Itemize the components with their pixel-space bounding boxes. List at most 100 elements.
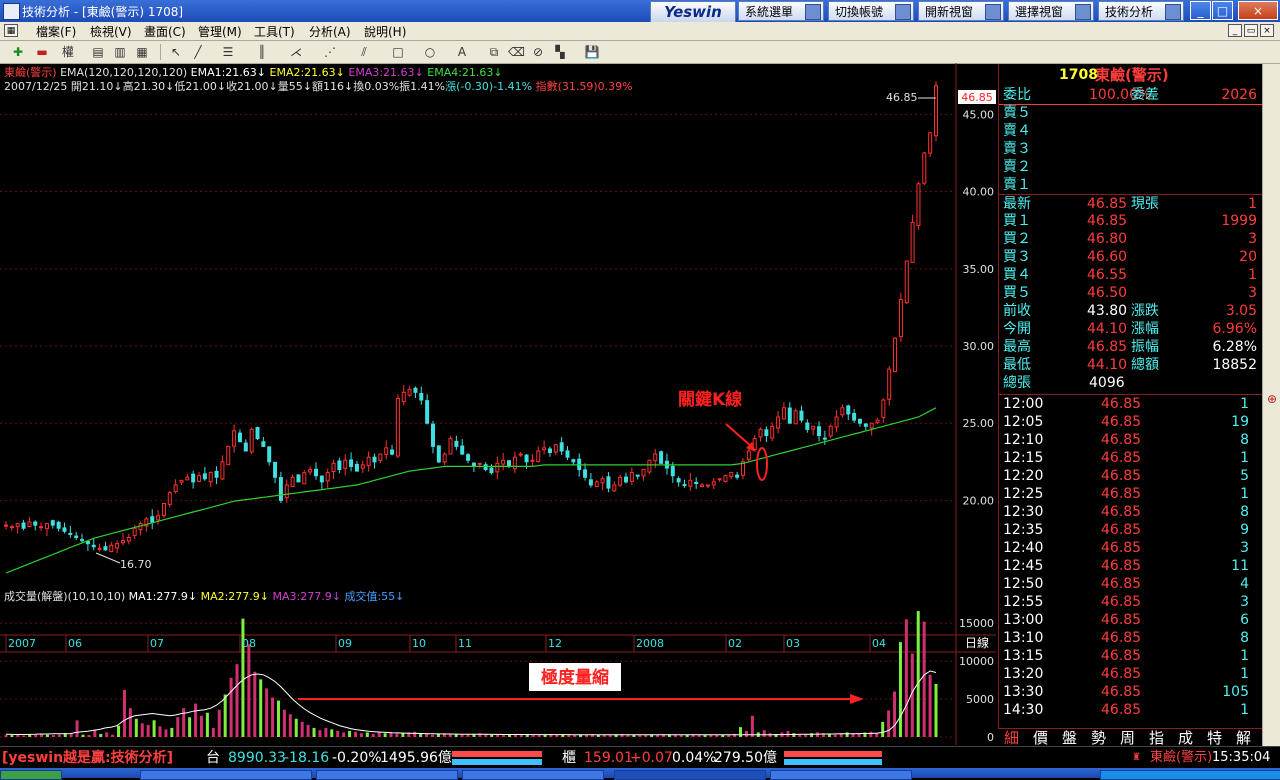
clear-all-icon[interactable]: ⊘ (530, 44, 546, 60)
quote-tab[interactable]: 勢 (1091, 729, 1106, 747)
menu-tools[interactable]: 工具(T) (254, 23, 295, 40)
technical-analysis-button[interactable]: 技術分析 (1098, 1, 1184, 21)
ohlc-line-segment: 額116↓ (312, 80, 353, 93)
fan-tool-icon[interactable]: ⋌ (288, 44, 304, 60)
candle-body (21, 522, 26, 529)
tick-qty: 4 (1240, 576, 1249, 592)
adjust-rights-button[interactable]: 權 (58, 44, 78, 60)
copy-tool-icon[interactable]: ⧉ (486, 44, 502, 60)
quote-scrollbar[interactable]: ⊕ (1262, 64, 1280, 746)
text-tool-icon[interactable]: A (454, 44, 470, 60)
tick-row: 12:45 46.85 11 (999, 557, 1263, 575)
bid-row: 買４ 46.55 1 (999, 266, 1263, 284)
maximize-button[interactable]: □ (1212, 1, 1233, 20)
channel-tool-icon[interactable]: ☰ (220, 44, 236, 60)
mdi-minimize-icon[interactable]: _ (1228, 24, 1242, 37)
candle-body (319, 475, 324, 483)
otc-index: 159.01 (584, 750, 633, 766)
parallel-tool-icon[interactable]: ⫽ (356, 44, 372, 60)
quote-tab[interactable]: 成 (1178, 729, 1193, 747)
mdi-restore-icon[interactable]: ▭ (1244, 24, 1258, 37)
chart-type-icon[interactable]: ▤ (90, 44, 106, 60)
candle-body (799, 410, 804, 421)
zoom-out-icon[interactable]: ▬ (34, 44, 50, 60)
watch-name[interactable]: 東鹼(警示) (1150, 747, 1212, 769)
menu-view[interactable]: 檢視(V) (90, 23, 132, 40)
switch-account-button[interactable]: 切換帳號 (828, 1, 914, 21)
eraser-icon[interactable]: ⌫ (508, 44, 525, 60)
quote-tab[interactable]: 解 (1236, 729, 1251, 747)
cycle-tool-icon[interactable]: ║ (254, 44, 270, 60)
taskbar-item-1[interactable] (140, 770, 312, 780)
taskbar-item-3[interactable] (462, 770, 604, 780)
quote-tab[interactable]: 指 (1149, 729, 1164, 747)
ellipse-tool-icon[interactable]: ○ (422, 44, 438, 60)
volume-chart-icon[interactable]: ▥ (112, 44, 128, 60)
volume-bar (875, 733, 879, 737)
candle-body (50, 520, 55, 526)
start-button[interactable] (0, 770, 62, 780)
x-axis-label: 08 (242, 637, 256, 650)
volume-bar (217, 709, 221, 737)
volume-bar (371, 733, 375, 737)
quote-tab[interactable]: 周 (1120, 729, 1135, 747)
candle-body (910, 221, 915, 263)
quote-tab[interactable]: 盤 (1062, 729, 1077, 747)
x-axis-label: 11 (458, 637, 472, 650)
bid-row: 買５ 46.50 3 (999, 284, 1263, 302)
candle-body (390, 449, 395, 455)
select-window-button[interactable]: 選擇視窗 (1008, 1, 1094, 21)
period-label[interactable]: 日線 (965, 635, 989, 650)
quote-tab[interactable]: 價 (1033, 729, 1048, 747)
volume-bar (365, 732, 369, 737)
taskbar-item-5[interactable] (770, 770, 912, 780)
otc-label: 櫃 (562, 750, 576, 766)
tick-time: 12:25 (1003, 486, 1044, 502)
candle-body (822, 437, 827, 440)
candle-body (857, 418, 862, 424)
candle-body (711, 481, 716, 486)
candle-body (448, 438, 453, 455)
menu-screen[interactable]: 畫面(C) (144, 23, 186, 40)
menu-manage[interactable]: 管理(M) (198, 23, 242, 40)
crosshair-icon[interactable]: ⊕ (1265, 392, 1279, 406)
volume-bar (608, 735, 612, 737)
rectangle-tool-icon[interactable]: □ (390, 44, 406, 60)
volume-bar (739, 727, 743, 737)
system-menu-button[interactable]: 系統選單 (738, 1, 824, 21)
bid-label: 買５ (1003, 285, 1031, 301)
quote-tabs: 細價盤勢周指成特解 (998, 728, 1262, 747)
taskbar-item-active[interactable] (614, 770, 766, 780)
candle-body (308, 469, 313, 473)
taskbar-item-2[interactable] (316, 770, 458, 780)
new-window-button[interactable]: 開新視窗 (918, 1, 1004, 21)
minimize-button[interactable]: _ (1190, 1, 1211, 20)
candle-body (501, 459, 506, 465)
color-palette-icon[interactable]: ▚ (552, 44, 568, 60)
volume-bar (45, 734, 49, 737)
save-icon[interactable]: 💾 (584, 44, 600, 60)
close-button[interactable]: × (1238, 1, 1278, 20)
watch-icon[interactable]: ♜ (1132, 747, 1141, 769)
menu-analysis[interactable]: 分析(A) (309, 23, 351, 40)
zoom-in-icon[interactable]: ✚ (10, 44, 26, 60)
volume-bar (294, 718, 298, 737)
candle-body (237, 432, 242, 443)
mdi-close-icon[interactable]: × (1260, 24, 1274, 37)
quote-tab[interactable]: 細 (1004, 729, 1019, 747)
mdi-doc-icon[interactable]: ▦ (4, 24, 18, 37)
candle-body (547, 448, 552, 454)
gann-tool-icon[interactable]: ⋰ (322, 44, 338, 60)
candle-body (483, 464, 488, 471)
menu-file[interactable]: 檔案(F) (36, 23, 76, 40)
volume-bar (430, 734, 434, 737)
cursor-icon[interactable]: ↖ (168, 44, 184, 60)
candle-body (898, 299, 903, 338)
menu-help[interactable]: 說明(H) (364, 23, 406, 40)
grid-icon[interactable]: ▦ (134, 44, 150, 60)
quote-tab[interactable]: 特 (1207, 729, 1222, 747)
volume-bar (69, 734, 73, 737)
volume-ma-line (5, 670, 937, 736)
candle-body (928, 132, 933, 154)
line-tool-icon[interactable]: ╱ (190, 44, 206, 60)
